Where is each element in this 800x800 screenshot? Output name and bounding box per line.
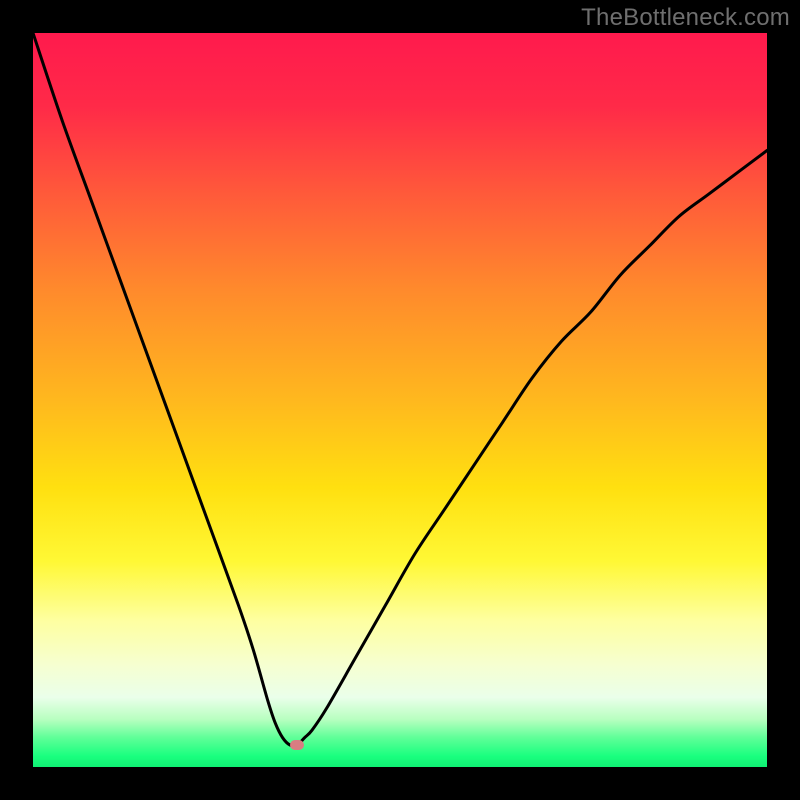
bottleneck-curve: [33, 33, 767, 767]
plot-area: [33, 33, 767, 767]
watermark-text: TheBottleneck.com: [581, 4, 790, 32]
optimal-marker: [290, 740, 304, 750]
chart-frame: TheBottleneck.com: [0, 0, 800, 800]
